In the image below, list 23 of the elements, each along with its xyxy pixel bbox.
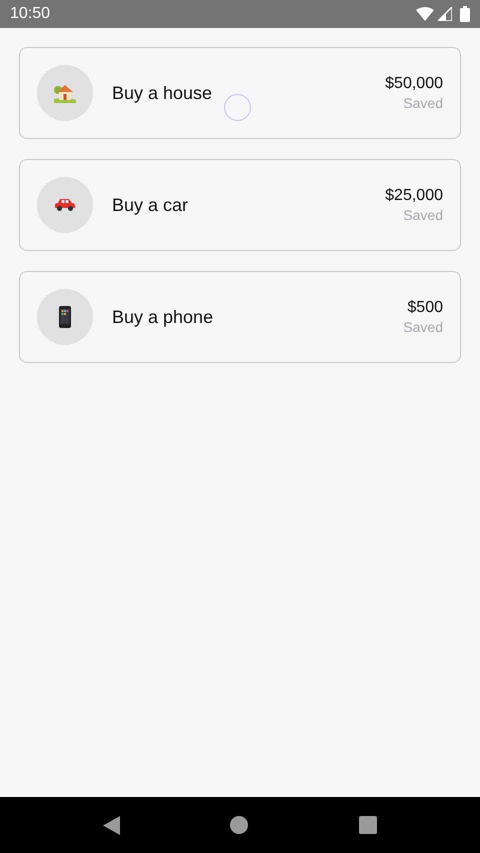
saved-amount: $500 bbox=[407, 298, 443, 318]
touch-indicator bbox=[224, 94, 251, 121]
recents-icon[interactable] bbox=[358, 816, 377, 834]
clock: 10:50 bbox=[10, 4, 50, 24]
saved-amount: $50,000 bbox=[385, 74, 443, 94]
goal-title: Buy a house bbox=[112, 82, 214, 105]
saved-label: Saved bbox=[403, 94, 443, 112]
goal-title: Buy a car bbox=[112, 194, 190, 217]
back-icon[interactable] bbox=[103, 816, 120, 834]
goal-card[interactable]: Buy a house $50,000 Saved bbox=[19, 47, 461, 139]
wifi-icon bbox=[416, 7, 434, 21]
goal-card[interactable]: Buy a phone $500 Saved bbox=[19, 271, 461, 363]
saved-label: Saved bbox=[403, 206, 443, 224]
battery-icon bbox=[460, 6, 470, 22]
home-icon[interactable] bbox=[230, 816, 248, 834]
saved-amount: $25,000 bbox=[385, 186, 443, 206]
house-icon bbox=[54, 83, 76, 103]
car-icon bbox=[54, 198, 76, 212]
goal-title: Buy a phone bbox=[112, 306, 214, 329]
phone-icon bbox=[59, 306, 71, 328]
saved-label: Saved bbox=[403, 318, 443, 336]
signal-icon bbox=[438, 7, 452, 21]
goal-card[interactable]: Buy a car $25,000 Saved bbox=[19, 159, 461, 251]
